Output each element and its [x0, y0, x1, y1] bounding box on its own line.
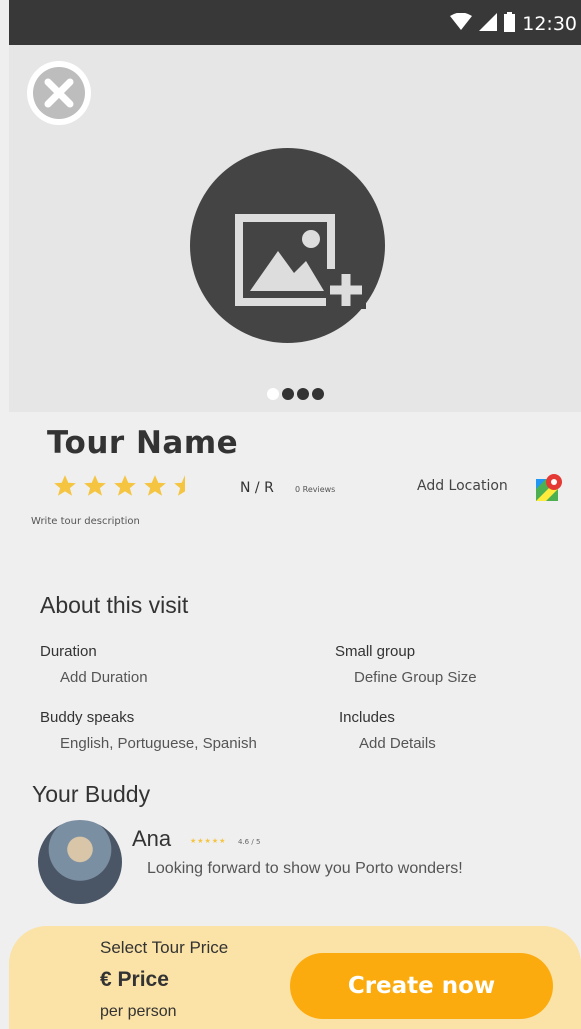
buddy-name[interactable]: Ana: [132, 826, 171, 852]
carousel-dot[interactable]: [282, 388, 294, 400]
buddy-message: Looking forward to show you Porto wonder…: [147, 860, 463, 877]
status-time: 12:30: [522, 13, 577, 35]
carousel-dot[interactable]: [297, 388, 309, 400]
group-size-field[interactable]: Define Group Size: [354, 669, 477, 686]
duration-field[interactable]: Add Duration: [60, 669, 148, 686]
star-icon: [52, 473, 78, 499]
close-button[interactable]: [27, 61, 91, 125]
buddy-section-title: Your Buddy: [32, 781, 151, 807]
review-count[interactable]: 0 Reviews: [295, 485, 335, 494]
buddy-rating: 4.6 / 5: [238, 838, 261, 846]
carousel-dot[interactable]: [312, 388, 324, 400]
photo-gallery[interactable]: [9, 45, 581, 412]
star-icon: [82, 473, 108, 499]
map-pin-icon[interactable]: [536, 473, 564, 501]
battery-icon: [504, 12, 516, 36]
tour-name-field[interactable]: Tour Name: [47, 425, 238, 461]
star-icon: [112, 473, 138, 499]
wifi-icon: [450, 12, 473, 35]
tour-description-field[interactable]: Write tour description: [31, 516, 140, 527]
price-label: Select Tour Price: [100, 938, 229, 957]
add-photo-icon: [190, 214, 385, 347]
avatar[interactable]: [38, 820, 122, 904]
includes-field[interactable]: Add Details: [359, 735, 436, 752]
half-star-icon: [172, 473, 198, 499]
close-icon: [27, 67, 91, 129]
price-field[interactable]: € Price: [100, 968, 169, 992]
signal-icon: [479, 13, 498, 35]
includes-label: Includes: [339, 709, 395, 726]
status-bar: 12:30: [9, 0, 581, 45]
languages-label: Buddy speaks: [40, 709, 135, 726]
languages-field[interactable]: English, Portuguese, Spanish: [60, 735, 257, 752]
star-icon: [142, 473, 168, 499]
rating-value: N / R: [240, 480, 274, 496]
add-photo-button[interactable]: [190, 148, 385, 343]
star-rating: [52, 473, 198, 499]
carousel-dot[interactable]: [267, 388, 279, 400]
duration-label: Duration: [40, 643, 97, 660]
about-section-title: About this visit: [40, 592, 189, 618]
buddy-star-rating: ★★★★★: [190, 837, 227, 845]
per-person-label: per person: [100, 1003, 177, 1020]
group-size-label: Small group: [335, 643, 416, 660]
add-location-link[interactable]: Add Location: [417, 478, 508, 494]
carousel-indicator: [267, 388, 324, 400]
create-now-button[interactable]: Create now: [290, 953, 553, 1019]
